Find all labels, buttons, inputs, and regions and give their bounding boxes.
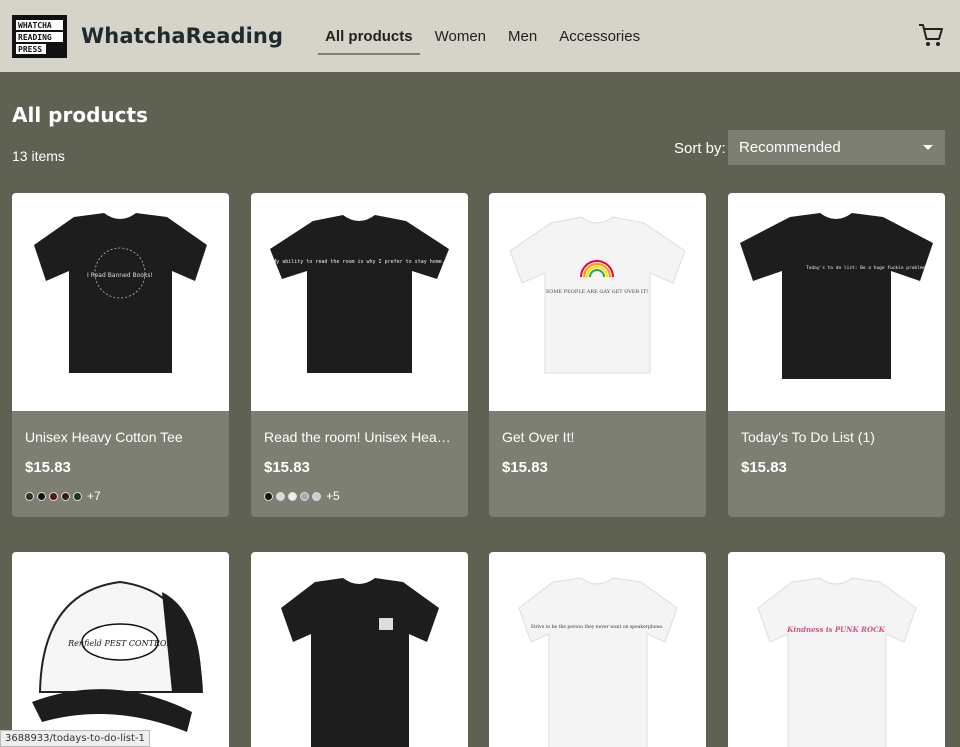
nav-accessories[interactable]: Accessories [552, 20, 647, 53]
product-image[interactable]: Strive to be the person they never want … [489, 552, 706, 747]
nav-men[interactable]: Men [501, 20, 544, 53]
product-print-text: Renfield PEST CONTROL [67, 639, 172, 648]
color-swatch[interactable] [25, 491, 34, 501]
link-status-bar: 3688933/todays-to-do-list-1 [0, 730, 150, 747]
product-print-text: Today's to do list: Be a huge fuckin pro… [806, 265, 925, 271]
sort-select[interactable]: Recommended [728, 130, 945, 165]
product-card[interactable]: I Read Banned Books! Unisex Heavy Cotton… [12, 193, 229, 517]
product-image[interactable]: I Read Banned Books! [12, 193, 229, 411]
svg-text:READING: READING [18, 33, 52, 42]
product-price: $15.83 [264, 459, 310, 476]
product-image[interactable]: SOME PEOPLE ARE GAY GET OVER IT! [489, 193, 706, 411]
product-card[interactable]: Strive to be the person they never want … [489, 552, 706, 747]
color-swatch[interactable] [61, 491, 70, 501]
color-swatch[interactable] [312, 491, 321, 501]
page-title: All products [12, 103, 148, 127]
more-colors: +7 [87, 489, 101, 503]
product-card[interactable] [251, 552, 468, 747]
product-image[interactable]: Renfield PEST CONTROL [12, 552, 229, 747]
product-print-text: Kindness is PUNK ROCK [786, 625, 885, 634]
color-swatch[interactable] [49, 491, 58, 501]
product-price: $15.83 [502, 459, 548, 476]
product-name[interactable]: Read the room! Unisex Heavy Cotton Tee [264, 429, 455, 445]
product-image[interactable]: Kindness is PUNK ROCK [728, 552, 945, 747]
item-count: 13 items [12, 148, 65, 164]
cart-icon[interactable] [918, 22, 944, 48]
sort-value: Recommended [739, 139, 841, 156]
product-print-text: SOME PEOPLE ARE GAY GET OVER IT! [546, 289, 648, 295]
site-header: WHATCHA READING PRESS WhatchaReading All… [0, 0, 960, 72]
color-swatch[interactable] [288, 491, 297, 501]
color-swatch[interactable] [300, 491, 309, 501]
color-swatch[interactable] [37, 491, 46, 501]
nav-women[interactable]: Women [428, 20, 493, 53]
product-name[interactable]: Today's To Do List (1) [741, 429, 932, 445]
more-colors: +5 [326, 489, 340, 503]
color-swatch[interactable] [276, 491, 285, 501]
main-nav: All products Women Men Accessories [318, 0, 655, 72]
product-card[interactable]: Renfield PEST CONTROL [12, 552, 229, 747]
product-card[interactable]: Today's to do list: Be a huge fuckin pro… [728, 193, 945, 517]
sort-label: Sort by: [674, 140, 726, 157]
product-card[interactable]: SOME PEOPLE ARE GAY GET OVER IT! Get Ove… [489, 193, 706, 517]
product-image[interactable] [251, 552, 468, 747]
svg-text:WHATCHA: WHATCHA [18, 21, 52, 30]
product-image[interactable]: My ability to read the room is why I pre… [251, 193, 468, 411]
product-print-text: I Read Banned Books! [87, 272, 153, 279]
product-name[interactable]: Get Over It! [502, 429, 693, 445]
logo[interactable]: WHATCHA READING PRESS [12, 14, 67, 58]
color-swatch[interactable] [264, 491, 273, 501]
product-image[interactable]: Today's to do list: Be a huge fuckin pro… [728, 193, 945, 411]
nav-all-products[interactable]: All products [318, 20, 420, 55]
color-swatches: +5 [264, 489, 455, 503]
product-price: $15.83 [741, 459, 787, 476]
product-print-text: Strive to be the person they never want … [531, 624, 664, 630]
brand-name[interactable]: WhatchaReading [81, 24, 283, 48]
product-card[interactable]: Kindness is PUNK ROCK [728, 552, 945, 747]
product-card[interactable]: My ability to read the room is why I pre… [251, 193, 468, 517]
caret-down-icon [923, 145, 933, 150]
product-price: $15.83 [25, 459, 71, 476]
product-print-text: My ability to read the room is why I pre… [273, 259, 445, 265]
color-swatches: +7 [25, 489, 216, 503]
color-swatch[interactable] [73, 491, 82, 501]
svg-text:PRESS: PRESS [18, 45, 42, 54]
product-name[interactable]: Unisex Heavy Cotton Tee [25, 429, 216, 445]
